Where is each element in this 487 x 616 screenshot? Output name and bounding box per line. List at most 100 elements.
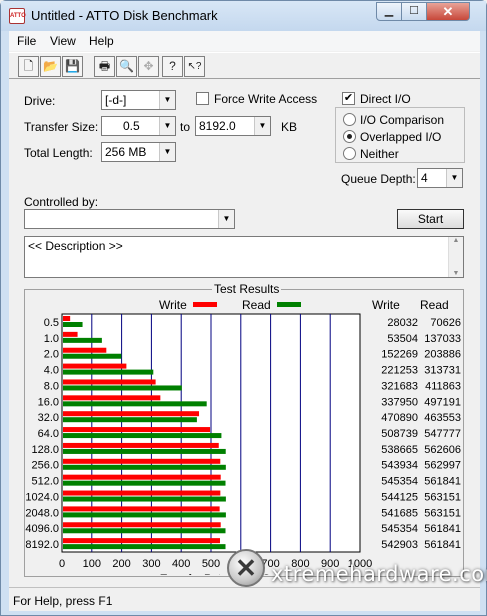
results-chart: 01002003004005006007008009001000Transfer… [25,313,461,575]
app-window: ATTO Untitled - ATTO Disk Benchmark ▁ ☐ … [0,0,487,616]
watermark-logo: ✕ [227,549,265,587]
new-icon[interactable]: 🗋 [18,56,39,77]
chevron-down-icon[interactable]: ▼ [159,91,175,109]
status-text: For Help, press F1 [13,594,113,608]
neither-radio[interactable] [343,147,356,160]
read-value: 463553 [424,412,461,424]
read-bar [63,401,207,407]
chevron-down-icon[interactable]: ▼ [254,117,270,135]
force-write-label: Force Write Access [214,92,318,106]
read-value: 70626 [430,317,461,329]
queue-depth-select[interactable]: 4 ▼ [417,168,463,188]
menu-file[interactable]: File [17,34,36,48]
read-legend-swatch [277,302,301,307]
y-tick-label: 256.0 [31,460,59,472]
read-value: 547777 [424,428,461,440]
read-bar [63,417,197,423]
total-length-value: 256 MB [105,145,147,159]
y-tick-label: 64.0 [38,428,59,440]
transfer-to-select[interactable]: 8192.0 ▼ [195,116,271,136]
read-value: 562606 [424,444,461,456]
read-bar [63,337,102,343]
chevron-down-icon[interactable]: ▼ [218,210,234,228]
open-icon[interactable]: 📂 [40,56,61,77]
maximize-button[interactable]: ☐ [401,2,427,21]
move-icon[interactable]: ✥ [138,56,159,77]
force-write-checkbox[interactable] [196,92,209,105]
write-value: 544125 [381,491,418,503]
write-bar [63,474,221,480]
window-title: Untitled - ATTO Disk Benchmark [31,8,218,23]
x-tick-label: 500 [202,558,220,570]
y-tick-label: 1.0 [44,333,59,345]
overlapped-io-radio[interactable] [343,130,356,143]
y-tick-label: 8192.0 [25,539,59,551]
y-tick-label: 4096.0 [25,523,59,535]
y-tick-label: 8.0 [44,380,59,392]
overlapped-io-label: Overlapped I/O [360,130,442,144]
read-legend-label: Read [242,298,271,312]
write-bar [63,538,220,544]
read-value: 563151 [424,491,461,503]
description-scrollbar[interactable]: ▲ ▼ [448,237,463,277]
write-bar [63,411,200,417]
toolbar: 🗋 📂 💾 🖶 🔍 ✥ ? ↖? [9,52,480,79]
x-tick-label: 0 [59,558,65,570]
read-bar [63,353,122,359]
write-value: 152269 [381,349,418,361]
write-bar [63,347,107,353]
transfer-from-select[interactable]: 0.5 ▼ [101,116,176,136]
chevron-down-icon[interactable]: ▼ [159,117,175,135]
atto-app-icon[interactable]: ATTO [9,8,26,24]
write-value: 321683 [381,380,418,392]
direct-io-label: Direct I/O [360,92,411,106]
menu-view[interactable]: View [50,34,76,48]
read-bar [63,528,226,534]
write-bar [63,522,221,528]
read-bar [63,512,226,518]
write-value: 542903 [381,539,418,551]
y-tick-label: 2.0 [44,349,59,361]
chevron-down-icon[interactable]: ▼ [159,143,175,161]
minimize-button[interactable]: ▁ [376,2,402,21]
save-icon[interactable]: 💾 [62,56,83,77]
x-tick-label: 200 [112,558,130,570]
print-icon[interactable]: 🖶 [94,56,115,77]
menu-help[interactable]: Help [89,34,114,48]
read-value: 561841 [424,476,461,488]
y-tick-label: 512.0 [31,476,59,488]
io-comparison-label: I/O Comparison [360,113,445,127]
total-length-select[interactable]: 256 MB ▼ [101,142,176,162]
direct-io-checkbox[interactable]: ✔ [342,92,355,105]
write-value: 221253 [381,365,418,377]
y-tick-label: 32.0 [38,412,59,424]
help-icon[interactable]: ? [162,56,183,77]
description-textarea[interactable]: << Description >> ▲ ▼ [24,236,464,278]
y-tick-label: 1024.0 [25,491,59,503]
write-column-header: Write [372,298,400,312]
transfer-size-label: Transfer Size: [24,120,99,134]
read-value: 137033 [424,333,461,345]
write-bar [63,490,221,496]
write-bar [63,379,156,385]
drive-label: Drive: [24,94,56,108]
close-button[interactable]: ✕ [426,2,470,21]
read-bar [63,544,226,550]
read-bar [63,433,222,439]
drive-select[interactable]: [-d-] ▼ [101,90,176,110]
controlled-by-select[interactable]: ▼ [24,209,235,229]
read-bar [63,496,226,502]
kb-label: KB [281,120,298,134]
chevron-down-icon[interactable]: ▼ [446,169,462,187]
drive-value: [-d-] [105,93,127,107]
print-preview-icon[interactable]: 🔍 [116,56,137,77]
write-bar [63,331,78,337]
menu-bar: File View Help [9,31,480,51]
y-tick-label: 4.0 [44,365,59,377]
start-button[interactable]: Start [397,209,464,229]
context-help-icon[interactable]: ↖? [184,56,205,77]
title-bar[interactable]: ATTO Untitled - ATTO Disk Benchmark ▁ ☐ … [1,1,486,31]
read-bar [63,480,226,486]
read-column-header: Read [420,298,449,312]
io-comparison-radio[interactable] [343,113,356,126]
